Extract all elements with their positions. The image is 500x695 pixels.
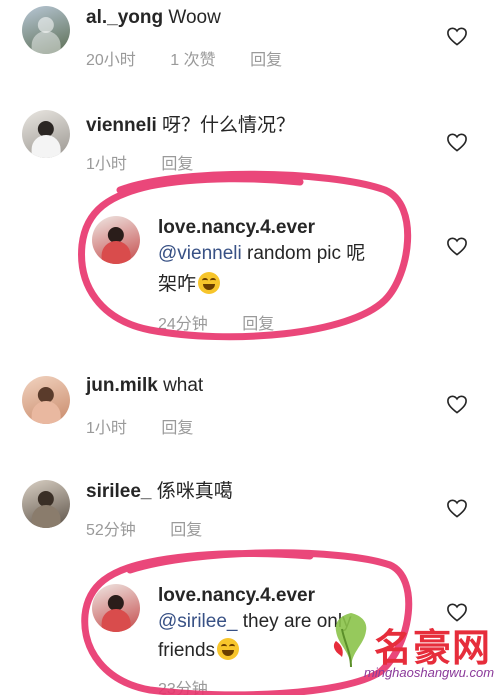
comment-body: @vienneli random pic 呢 — [158, 242, 365, 266]
comment-body-continued: friends — [158, 638, 240, 663]
heart-outline-icon[interactable] — [446, 498, 468, 518]
reply-button[interactable]: 回复 — [250, 52, 282, 69]
mention-link[interactable]: @vienneli — [158, 243, 242, 264]
timestamp: 1小时 — [86, 156, 127, 173]
comment-text-continued: friends — [158, 640, 216, 661]
watermark-name: 名豪网 — [374, 628, 492, 670]
username[interactable]: vienneli — [86, 115, 157, 136]
tears-of-joy-emoji — [217, 638, 240, 660]
comment-line: vienneli 呀？什么情况？ — [86, 114, 295, 138]
leaf-logo-icon — [333, 613, 367, 668]
comment-meta: 23分钟 — [158, 675, 238, 695]
mention-link[interactable]: @sirilee_ — [158, 611, 237, 632]
watermark-url: minghaoshangwu.com — [364, 665, 495, 680]
comment-line: al._yong Woow — [86, 6, 221, 30]
reply-button[interactable]: 回复 — [161, 420, 193, 437]
comment-text: 呀？什么情况？ — [162, 115, 296, 136]
comment-line: sirilee_ 係咪真噶 — [86, 480, 233, 504]
comment-line: jun.milk what — [86, 374, 203, 398]
comment-text-continued: 架咋 — [158, 274, 197, 295]
comment-meta: 1小时 回复 — [86, 150, 223, 174]
tears-of-joy-emoji — [198, 272, 221, 294]
reply-button[interactable]: 回复 — [161, 156, 193, 173]
timestamp: 24分钟 — [158, 316, 208, 333]
heart-outline-icon[interactable] — [446, 26, 468, 46]
comment-line: love.nancy.4.ever — [158, 584, 315, 608]
heart-outline-icon[interactable] — [446, 132, 468, 152]
timestamp: 1小时 — [86, 420, 127, 437]
comment-meta: 1小时 回复 — [86, 414, 223, 438]
reply-button[interactable]: 回复 — [242, 316, 274, 333]
username[interactable]: jun.milk — [86, 375, 158, 396]
username[interactable]: sirilee_ — [86, 481, 152, 502]
avatar[interactable] — [92, 584, 140, 632]
timestamp: 23分钟 — [158, 681, 208, 695]
avatar[interactable] — [22, 110, 70, 158]
comment-text: 係咪真噶 — [156, 481, 233, 502]
comment-line: love.nancy.4.ever — [158, 216, 315, 240]
watermark: 名豪网 minghaoshangwu.com — [324, 601, 494, 691]
timestamp: 52分钟 — [86, 522, 136, 539]
heart-outline-icon[interactable] — [446, 236, 468, 256]
avatar[interactable] — [22, 6, 70, 54]
comment-body-continued: 架咋 — [158, 272, 221, 297]
like-count[interactable]: 1 次赞 — [170, 52, 215, 69]
avatar[interactable] — [22, 376, 70, 424]
avatar[interactable] — [92, 216, 140, 264]
username[interactable]: love.nancy.4.ever — [158, 217, 315, 238]
heart-outline-icon[interactable] — [446, 394, 468, 414]
comment-meta: 52分钟 回复 — [86, 516, 232, 540]
comment-body: @sirilee_ they are only — [158, 610, 352, 634]
comment-text: random pic 呢 — [241, 243, 366, 264]
username[interactable]: al._yong — [86, 7, 163, 28]
comment-meta: 24分钟 回复 — [158, 310, 304, 334]
avatar[interactable] — [22, 480, 70, 528]
timestamp: 20小时 — [86, 52, 136, 69]
comment-meta: 20小时 1 次赞 回复 — [86, 46, 312, 70]
comment-text: what — [163, 375, 204, 396]
comment-text: Woow — [168, 7, 221, 28]
username[interactable]: love.nancy.4.ever — [158, 585, 315, 606]
reply-button[interactable]: 回复 — [170, 522, 202, 539]
